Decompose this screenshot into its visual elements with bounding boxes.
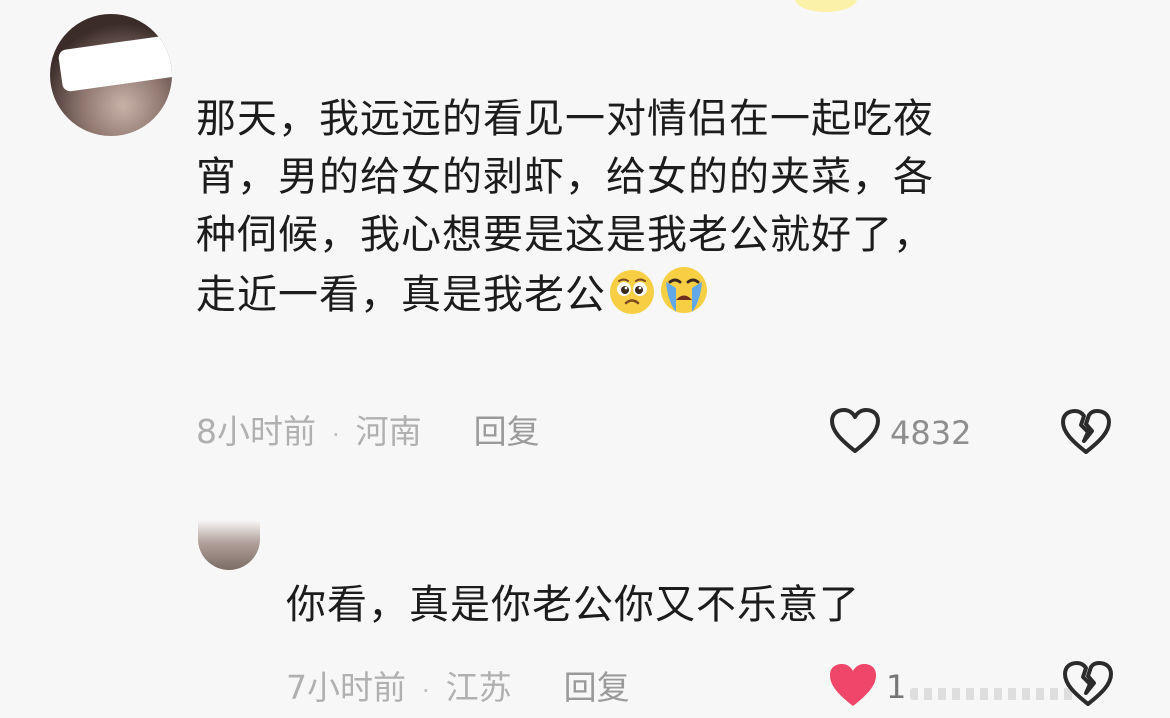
dislike-button[interactable]: [1058, 404, 1114, 460]
reply-text: 你看，真是你老公你又不乐意了: [286, 582, 860, 628]
comment-text: 那天，我远远的看见一对情侣在一起吃夜 宵，男的给女的剥虾，给女的的夹菜，各 种伺…: [196, 90, 1096, 332]
reply-time: 7小时前: [286, 668, 406, 707]
cropped-emoji-fragment: [795, 0, 857, 12]
reply-like-button[interactable]: 1: [826, 656, 906, 718]
meta-separator: ·: [422, 677, 430, 705]
heart-outline-icon: [828, 406, 882, 460]
comment-line-1: 那天，我远远的看见一对情侣在一起吃夜: [196, 96, 934, 142]
reply-dislike-button[interactable]: [1060, 656, 1116, 712]
reply-button[interactable]: 回复: [474, 410, 540, 454]
avatar-redaction: [57, 33, 172, 93]
comment-time: 8小时前: [196, 412, 316, 451]
comment-meta: 8小时前 · 河南 回复: [196, 410, 540, 454]
heart-filled-icon: [826, 660, 880, 714]
redaction-strip: [910, 688, 1078, 700]
meta-separator: ·: [332, 421, 340, 449]
replier-avatar[interactable]: [198, 520, 260, 570]
comment-line-2: 宵，男的给女的剥虾，给女的的夹菜，各: [196, 154, 934, 200]
like-count: 4832: [890, 414, 972, 452]
comment-location: 河南: [355, 412, 422, 451]
like-button[interactable]: 4832: [828, 404, 971, 462]
comment-line-4: 走近一看，真是我老公: [196, 272, 606, 318]
pleading-face-icon: [608, 268, 656, 332]
comment-line-3: 种伺候，我心想要是这是我老公就好了，: [196, 212, 934, 258]
reply-like-count: 1: [886, 668, 907, 706]
broken-heart-icon: [1060, 661, 1116, 716]
broken-heart-icon: [1058, 409, 1114, 464]
replier-username[interactable]: [288, 520, 548, 546]
reply-meta: 7小时前 · 江苏 回复: [286, 666, 630, 710]
reply-button[interactable]: 回复: [564, 666, 630, 710]
crying-face-icon: [658, 264, 710, 332]
reply-location: 江苏: [445, 668, 512, 707]
commenter-username[interactable]: [188, 20, 348, 36]
commenter-avatar[interactable]: [50, 14, 172, 136]
comment-thread: 那天，我远远的看见一对情侣在一起吃夜 宵，男的给女的剥虾，给女的的夹菜，各 种伺…: [0, 0, 1170, 718]
